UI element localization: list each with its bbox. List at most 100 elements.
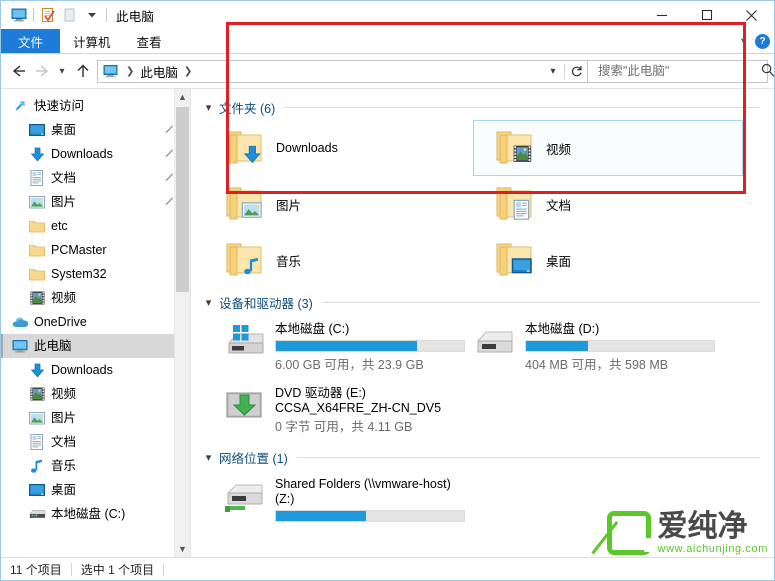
capacity-bar-fill <box>276 511 367 521</box>
sidebar-item--[interactable]: 文档 <box>1 430 190 454</box>
sidebar-item-downloads[interactable]: Downloads <box>1 142 190 166</box>
sidebar-item-onedrive[interactable]: OneDrive <box>1 310 190 334</box>
sidebar-item--[interactable]: 图片 <box>1 406 190 430</box>
sidebar-item-label: 文档 <box>51 434 77 449</box>
sidebar-item-label: 图片 <box>51 410 77 425</box>
brand-name: 爱纯净 <box>657 508 748 544</box>
new-folder-icon[interactable] <box>59 4 81 26</box>
scrollbar-thumb[interactable] <box>176 107 189 292</box>
folder-desktop-icon <box>495 240 537 280</box>
ribbon-tab-bar: 文件 计算机 查看 ▾ ? <box>1 29 774 54</box>
group-title-network: 网络位置 (1) <box>219 451 288 466</box>
brand-logo-icon <box>606 511 656 555</box>
chevron-down-icon[interactable]: ▾ <box>741 36 746 47</box>
sidebar-item--[interactable]: 桌面 <box>1 478 190 502</box>
sidebar-item--[interactable]: 视频 <box>1 382 190 406</box>
window-title: 此电脑 <box>116 9 155 24</box>
drive-tile[interactable]: 本地磁盘 (D:) 404 MB 可用，共 598 MB <box>453 315 715 379</box>
group-divider <box>321 301 760 303</box>
tab-file[interactable]: 文件 <box>1 29 61 53</box>
search-box[interactable] <box>588 59 775 83</box>
address-bar-actions: ▾ <box>542 61 587 82</box>
folder-tile[interactable]: 音乐 <box>203 232 473 288</box>
sidebar-item--[interactable]: 图片 <box>1 190 190 214</box>
scroll-up-icon[interactable]: ▲ <box>175 89 190 105</box>
status-selection-count: 选中 1 个项目 <box>80 562 155 577</box>
sidebar-item-label: OneDrive <box>34 314 87 329</box>
sidebar-item--c-[interactable]: 本地磁盘 (C:) <box>1 502 190 526</box>
group-title-folders: 文件夹 (6) <box>219 101 276 116</box>
drive-subtitle: (Z:) <box>275 492 295 506</box>
sidebar-item--[interactable]: 音乐 <box>1 454 190 478</box>
status-item-count: 11 个项目 <box>10 562 62 577</box>
chevron-collapse-icon[interactable]: ▾ <box>203 296 214 309</box>
properties-icon[interactable] <box>37 4 59 26</box>
forward-arrow-icon[interactable] <box>30 59 53 83</box>
folder-tile-label: Downloads <box>276 141 338 155</box>
maximize-button[interactable] <box>684 1 729 29</box>
folder-videos-icon <box>495 128 537 168</box>
folder-tile[interactable]: Downloads <box>203 120 473 176</box>
group-title-devices: 设备和驱动器 (3) <box>219 296 313 311</box>
folder-tile[interactable]: 图片 <box>203 176 473 232</box>
sidebar-item-downloads[interactable]: Downloads <box>1 358 190 382</box>
sidebar-item-system32[interactable]: System32 <box>1 262 190 286</box>
close-button[interactable] <box>729 1 774 29</box>
folder-tile[interactable]: 视频 <box>473 120 743 176</box>
chevron-collapse-icon[interactable]: ▾ <box>203 101 214 114</box>
folder-icon <box>28 241 46 259</box>
ribbon-right-controls: ▾ ? <box>741 29 770 54</box>
breadcrumb-separator-2[interactable]: ❯ <box>180 66 196 77</box>
refresh-icon[interactable] <box>565 61 587 82</box>
minimize-button[interactable] <box>639 1 684 29</box>
sidebar-item-label: PCMaster <box>51 242 107 257</box>
search-icon[interactable] <box>761 63 775 80</box>
breadcrumb-this-pc[interactable]: 此电脑 <box>138 62 180 81</box>
desktop-icon <box>28 481 46 499</box>
sidebar-item-pcmaster[interactable]: PCMaster <box>1 238 190 262</box>
sidebar-item-etc[interactable]: etc <box>1 214 190 238</box>
group-header-folders[interactable]: ▾ 文件夹 (6) <box>203 97 760 117</box>
sidebar-item--[interactable]: 桌面 <box>1 118 190 142</box>
folder-tile[interactable]: 文档 <box>473 176 743 232</box>
address-history-icon[interactable]: ▾ <box>542 61 564 82</box>
capacity-bar <box>525 340 715 352</box>
sidebar-item-label: 桌面 <box>51 482 77 497</box>
sidebar-item--[interactable]: 文档 <box>1 166 190 190</box>
chevron-collapse-icon[interactable]: ▾ <box>203 451 214 464</box>
folder-tile-label: 文档 <box>546 198 572 213</box>
back-arrow-icon[interactable] <box>7 59 30 83</box>
customize-chevron-icon[interactable] <box>81 4 103 26</box>
tab-computer[interactable]: 计算机 <box>60 29 124 53</box>
sidebar-item-label: etc <box>51 218 68 233</box>
navigation-pane-scrollbar[interactable]: ▲ ▼ <box>174 89 190 557</box>
sidebar-item-label: 图片 <box>51 194 77 209</box>
drive-tile[interactable]: 本地磁盘 (C:) 6.00 GB 可用，共 23.9 GB <box>203 315 465 379</box>
group-header-devices[interactable]: ▾ 设备和驱动器 (3) <box>203 292 760 312</box>
drive-tile[interactable]: DVD 驱动器 (E:) CCSA_X64FRE_ZH-CN_DV5 0 字节 可用… <box>203 379 453 441</box>
tab-view[interactable]: 查看 <box>124 29 175 53</box>
search-input[interactable] <box>596 63 761 79</box>
drive-name: Shared Folders (\\vmware-host) <box>275 477 451 491</box>
up-arrow-icon[interactable] <box>71 59 94 83</box>
downloads-icon <box>28 145 46 163</box>
sidebar-item--[interactable]: 此电脑 <box>1 334 190 358</box>
recent-locations-icon[interactable]: ▾ <box>53 59 71 83</box>
sidebar-item-label: Downloads <box>51 146 113 161</box>
folder-tile[interactable]: 桌面 <box>473 232 743 288</box>
address-bar[interactable]: ❯ 此电脑 ❯ ▾ <box>97 59 588 83</box>
scroll-down-icon[interactable]: ▼ <box>175 541 190 557</box>
folder-documents-icon <box>495 184 537 224</box>
downloads-icon <box>28 361 46 379</box>
help-icon[interactable]: ? <box>755 34 770 49</box>
sidebar-item--[interactable]: 快速访问 <box>1 94 190 118</box>
sidebar-item--[interactable]: 视频 <box>1 286 190 310</box>
drive-name: 本地磁盘 (C:) <box>275 322 350 336</box>
folder-icon <box>28 217 46 235</box>
monitor-icon[interactable] <box>8 4 30 26</box>
drive-name: 本地磁盘 (D:) <box>525 322 600 336</box>
watermark: 爱纯净 www.aichunjing.com <box>606 508 768 555</box>
videos-icon <box>28 385 46 403</box>
group-header-network[interactable]: ▾ 网络位置 (1) <box>203 447 760 467</box>
sidebar-item-label: 快速访问 <box>34 98 85 113</box>
